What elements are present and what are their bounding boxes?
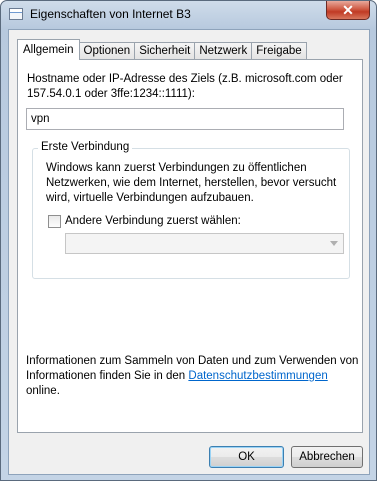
dialog-window: Eigenschaften von Internet B3 ✕ Allgemei… [0, 0, 377, 481]
tab-netzwerk[interactable]: Netzwerk [194, 42, 253, 60]
title-bar[interactable]: Eigenschaften von Internet B3 ✕ [1, 1, 376, 29]
tab-strip: Allgemein Optionen Sicherheit Netzwerk F… [17, 39, 307, 60]
other-connection-label[interactable]: Andere Verbindung zuerst wählen: [65, 215, 241, 227]
close-button[interactable]: ✕ [326, 1, 370, 20]
tab-sicherheit[interactable]: Sicherheit [134, 42, 196, 60]
dialog-client-area: Allgemein Optionen Sicherheit Netzwerk F… [8, 29, 370, 475]
privacy-info: Informationen zum Sammeln von Daten und … [26, 354, 360, 399]
tab-optionen[interactable]: Optionen [78, 42, 136, 60]
chevron-down-icon [330, 241, 338, 246]
first-connection-text: Windows kann zuerst Verbindungen zu öffe… [46, 162, 337, 204]
first-connection-legend: Erste Verbindung [38, 141, 133, 153]
host-input[interactable] [26, 108, 344, 130]
privacy-info-suffix: online. [26, 385, 60, 397]
window-icon [9, 8, 23, 20]
privacy-link[interactable]: Datenschutzbestimmungen [188, 370, 327, 382]
tab-panel-allgemein: Hostname oder IP-Adresse des Ziels (z.B.… [17, 59, 363, 433]
connection-select[interactable] [65, 233, 344, 254]
cancel-button[interactable]: Abbrechen [291, 446, 363, 468]
close-icon: ✕ [342, 2, 354, 18]
tab-allgemein[interactable]: Allgemein [17, 39, 80, 60]
window-title: Eigenschaften von Internet B3 [30, 7, 191, 21]
ok-button[interactable]: OK [209, 446, 284, 468]
other-connection-checkbox[interactable] [48, 215, 61, 228]
host-description: Hostname oder IP-Adresse des Ziels (z.B.… [27, 73, 343, 100]
tab-freigabe[interactable]: Freigabe [251, 42, 307, 60]
